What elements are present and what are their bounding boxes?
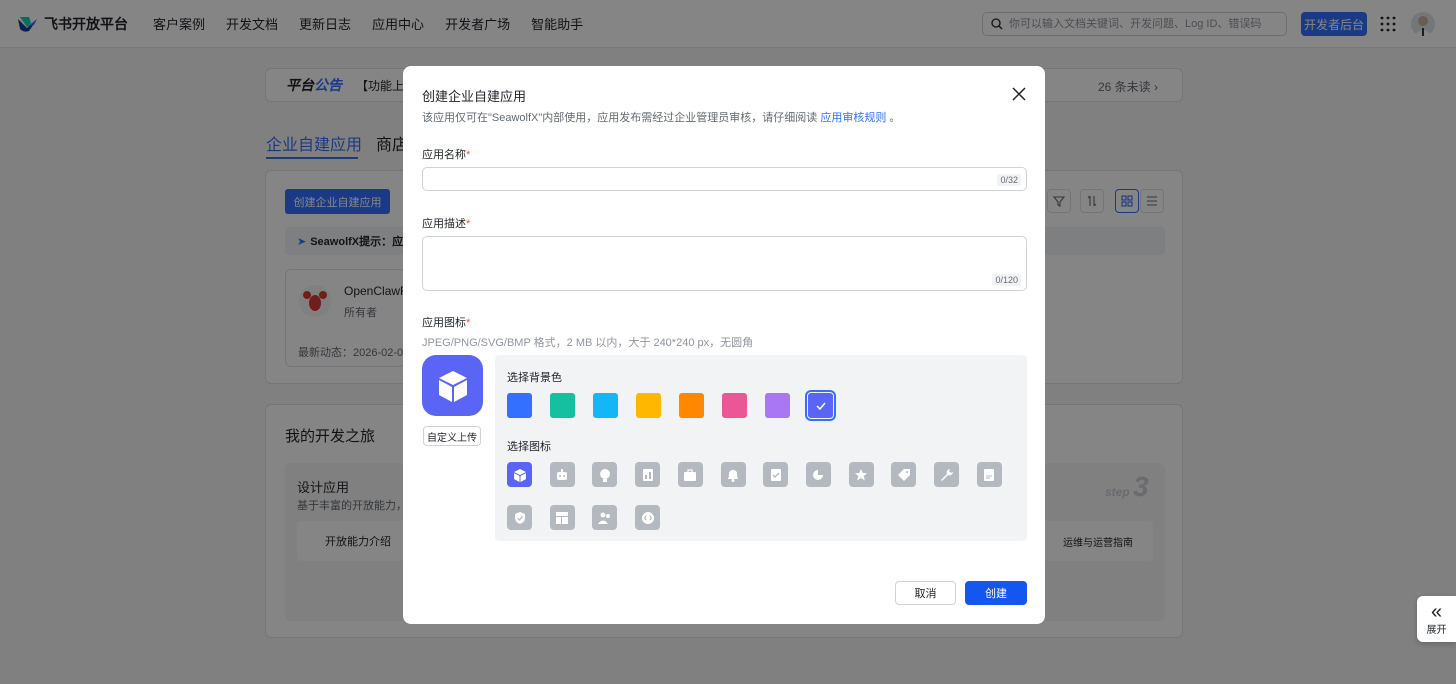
bg-color-swatch[interactable] xyxy=(507,393,532,418)
icon-option[interactable] xyxy=(720,462,746,487)
bg-color-swatch[interactable] xyxy=(593,393,618,418)
icon-option[interactable] xyxy=(549,505,575,530)
dialog-subtitle: 该应用仅可在"SeawolfX"内部使用，应用发布需经过企业管理员审核，请仔细阅… xyxy=(422,112,901,124)
code-icon xyxy=(641,511,654,524)
bg-color-swatch[interactable] xyxy=(679,393,704,418)
icon-option[interactable] xyxy=(805,462,831,487)
desc-char-counter: 0/120 xyxy=(992,274,1021,286)
bg-color-swatch[interactable] xyxy=(722,393,747,418)
layout-icon xyxy=(556,511,569,524)
bg-color-swatch[interactable] xyxy=(636,393,661,418)
app-desc-textarea[interactable] xyxy=(423,237,1026,290)
icon-option[interactable] xyxy=(891,462,917,487)
briefcase-icon xyxy=(684,468,697,481)
dialog-title: 创建企业自建应用 xyxy=(422,89,527,104)
bg-color-swatch[interactable] xyxy=(765,393,790,418)
bg-color-swatch[interactable] xyxy=(805,390,836,421)
document-icon xyxy=(984,468,995,481)
app-name-label: 应用名称* xyxy=(422,149,471,161)
expand-label: 展开 xyxy=(1426,624,1447,636)
icon-option[interactable] xyxy=(848,462,874,487)
name-char-counter: 0/32 xyxy=(997,174,1021,186)
robot-icon xyxy=(557,468,568,480)
custom-upload-button[interactable]: 自定义上传 xyxy=(423,426,481,446)
expand-sidebar-button[interactable]: « 展开 xyxy=(1417,596,1456,642)
report-icon xyxy=(642,468,653,481)
checkmark-card-icon xyxy=(770,468,781,481)
create-button[interactable]: 创建 xyxy=(965,581,1027,605)
bell-icon xyxy=(728,469,738,482)
icon-option[interactable] xyxy=(507,462,532,487)
lightbulb-icon xyxy=(599,468,610,482)
cube-icon xyxy=(513,468,526,482)
create-app-dialog: 创建企业自建应用 该应用仅可在"SeawolfX"内部使用，应用发布需经过企业管… xyxy=(403,66,1045,624)
close-icon[interactable] xyxy=(1010,85,1028,103)
people-icon xyxy=(597,512,610,524)
app-name-input[interactable] xyxy=(423,168,1026,190)
icon-select-label: 选择图标 xyxy=(507,441,551,453)
icon-preview xyxy=(422,355,483,416)
icon-option[interactable] xyxy=(976,462,1002,487)
app-desc-label: 应用描述* xyxy=(422,218,471,230)
cancel-button[interactable]: 取消 xyxy=(895,581,956,605)
icon-picker: 选择背景色 选择图标 xyxy=(495,355,1027,541)
icon-option[interactable] xyxy=(592,505,618,530)
check-icon xyxy=(815,402,826,410)
wrench-icon xyxy=(940,468,953,481)
review-rules-link[interactable]: 应用审核规则 xyxy=(820,112,886,124)
tag-icon xyxy=(897,468,910,481)
icon-option[interactable] xyxy=(677,462,703,487)
star-icon xyxy=(855,468,868,480)
double-chevron-left-icon: « xyxy=(1430,600,1443,623)
icon-option[interactable] xyxy=(592,462,618,487)
shield-icon xyxy=(514,511,525,524)
icon-option[interactable] xyxy=(635,462,661,487)
bg-color-label: 选择背景色 xyxy=(507,372,562,384)
icon-option[interactable] xyxy=(549,462,575,487)
cube-preview-icon xyxy=(438,370,467,402)
icon-format-hint: JPEG/PNG/SVG/BMP 格式，2 MB 以内，大于 240*240 p… xyxy=(422,337,754,349)
bg-color-swatch[interactable] xyxy=(550,393,575,418)
icon-option[interactable] xyxy=(763,462,789,487)
pie-chart-icon xyxy=(813,469,824,480)
icon-option[interactable] xyxy=(635,505,661,530)
app-desc-field[interactable]: 0/120 xyxy=(422,236,1027,291)
icon-option[interactable] xyxy=(507,505,532,530)
app-icon-label: 应用图标* xyxy=(422,317,471,329)
app-name-field[interactable]: 0/32 xyxy=(422,167,1027,191)
icon-option[interactable] xyxy=(934,462,959,487)
